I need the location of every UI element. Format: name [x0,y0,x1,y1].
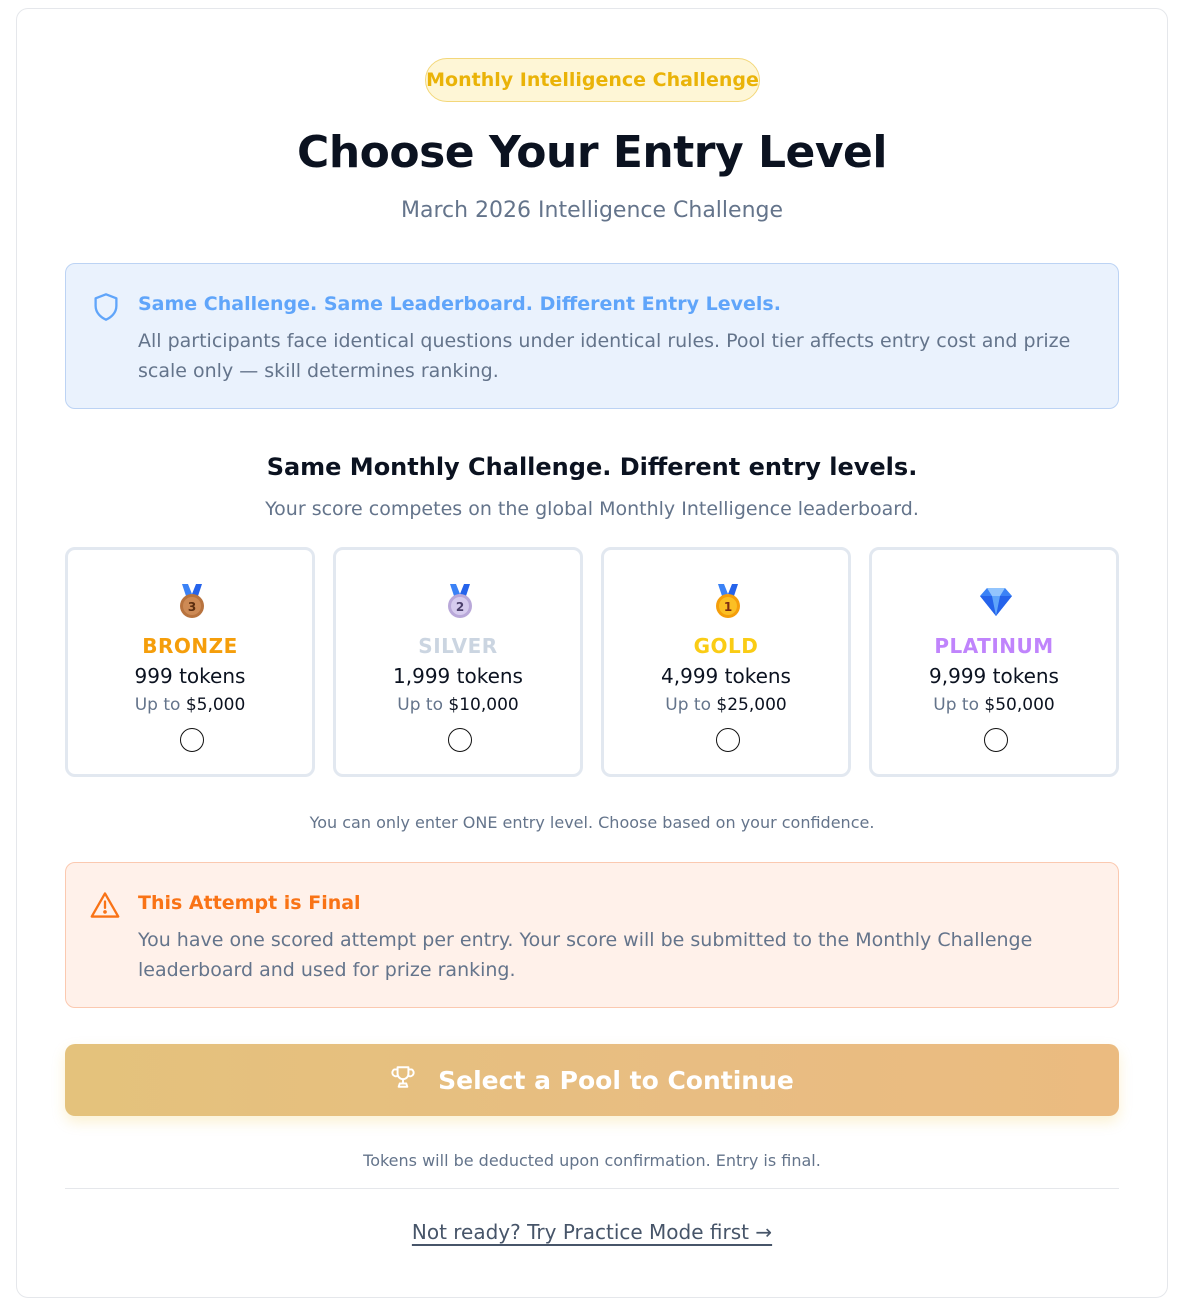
tier-prize-label: Up to [665,695,711,715]
tier-prize: Up to $5,000 [68,695,312,715]
tier-tokens: 4,999 tokens [661,664,791,688]
tier-prize-amount: $5,000 [185,695,246,715]
tiers-subtitle: Your score competes on the global Monthl… [265,498,919,520]
warning-body: You have one scored attempt per entry. Y… [138,929,1033,981]
info-body: All participants face identical question… [138,330,1071,382]
tier-prize-amount: $25,000 [716,695,787,715]
tier-name: SILVER [418,634,498,658]
tier-card-platinum[interactable]: PLATINUM 9,999 tokens Up to $50,000 [869,547,1119,777]
tier-prize: Up to $10,000 [336,695,580,715]
page-title: Choose Your Entry Level [297,127,887,178]
tier-name: PLATINUM [934,634,1054,658]
entry-level-card: Monthly Intelligence Challenge Choose Yo… [16,8,1168,1298]
tier-card-silver[interactable]: 2 SILVER 1,999 tokens Up to $10,000 [333,547,583,777]
bronze-medal-icon: 3 [172,582,212,622]
tier-prize-label: Up to [933,695,979,715]
info-box: Same Challenge. Same Leaderboard. Differ… [65,263,1119,409]
tiers-title: Same Monthly Challenge. Different entry … [266,453,918,481]
practice-mode-link[interactable]: Not ready? Try Practice Mode first → [412,1220,772,1244]
svg-text:3: 3 [188,600,196,614]
divider [65,1188,1119,1189]
confirmation-footnote: Tokens will be deducted upon confirmatio… [363,1151,821,1170]
tier-radio-platinum[interactable] [984,728,1008,752]
tier-options: 3 BRONZE 999 tokens Up to $5,000 2 SILVE… [65,547,1119,777]
diamond-icon [976,582,1016,622]
tier-note: You can only enter ONE entry level. Choo… [309,813,875,832]
page-subtitle: March 2026 Intelligence Challenge [400,198,784,223]
warning-box: This Attempt is Final You have one score… [65,862,1119,1008]
tier-name: BRONZE [142,634,238,658]
tier-card-bronze[interactable]: 3 BRONZE 999 tokens Up to $5,000 [65,547,315,777]
tier-prize: Up to $50,000 [872,695,1116,715]
tier-name: GOLD [693,634,759,658]
tier-prize: Up to $25,000 [604,695,848,715]
svg-text:2: 2 [456,600,464,614]
info-heading: Same Challenge. Same Leaderboard. Differ… [138,293,781,315]
trophy-icon [390,1064,416,1096]
tier-tokens: 1,999 tokens [393,664,523,688]
tier-tokens: 999 tokens [134,664,246,688]
continue-button-label: Select a Pool to Continue [438,1065,794,1095]
tier-radio-bronze[interactable] [180,728,204,752]
shield-icon [92,292,120,322]
gold-medal-icon: 1 [708,582,748,622]
tier-prize-amount: $10,000 [448,695,519,715]
continue-button[interactable]: Select a Pool to Continue [65,1044,1119,1116]
svg-text:1: 1 [724,600,732,614]
tier-radio-silver[interactable] [448,728,472,752]
tier-tokens: 9,999 tokens [929,664,1059,688]
tier-card-gold[interactable]: 1 GOLD 4,999 tokens Up to $25,000 [601,547,851,777]
tier-radio-gold[interactable] [716,728,740,752]
tier-prize-label: Up to [397,695,443,715]
challenge-badge: Monthly Intelligence Challenge [425,58,760,102]
warning-triangle-icon [90,891,120,919]
tier-prize-amount: $50,000 [984,695,1055,715]
tier-prize-label: Up to [134,695,181,715]
silver-medal-icon: 2 [440,582,480,622]
practice-link-container: Not ready? Try Practice Mode first → [17,1220,1167,1244]
warning-heading: This Attempt is Final [138,892,361,914]
